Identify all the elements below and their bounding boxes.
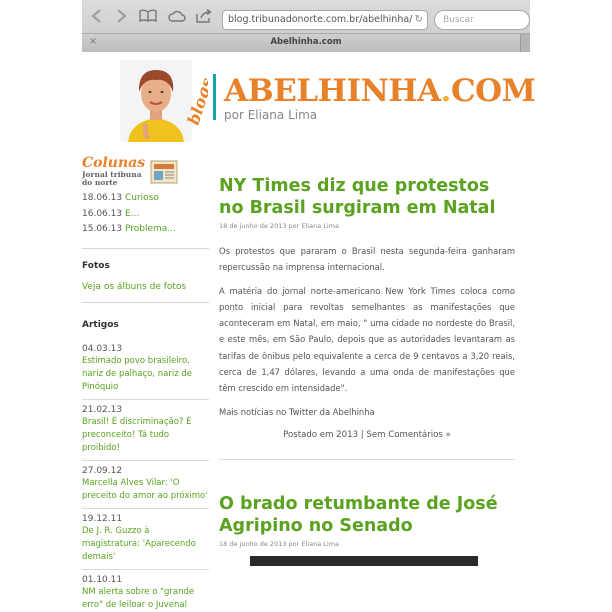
site-title-tld: COM <box>450 73 536 109</box>
browser-chrome: blog.tribunadonorte.com.br/abelhinha/ ↻ … <box>82 0 530 52</box>
site-title-dot: . <box>440 73 452 109</box>
post-footer[interactable]: Postado em 2013 | Sem Comentários » <box>219 430 515 440</box>
colunas-item-label[interactable]: E... <box>125 209 139 219</box>
post: O brado retumbante de José Agripino no S… <box>219 493 515 566</box>
blog-header: blogs ABELHINHA.COM por Eliana Lima <box>82 52 536 142</box>
artigo-title[interactable]: Brasil! É discriminação? É preconceito! … <box>82 416 209 455</box>
sidebar-divider <box>82 248 209 249</box>
artigo-date: 21.02.13 <box>82 405 123 415</box>
colunas-item-date: 16.06.13 <box>82 208 123 219</box>
url-text: blog.tribunadonorte.com.br/abelhinha/ <box>228 14 413 25</box>
post-divider <box>219 458 515 460</box>
post: NY Times diz que protestos no Brasil sur… <box>219 175 515 440</box>
artigo-title[interactable]: Marcella Alves Vilar: 'O preceito do amo… <box>82 477 209 503</box>
post-title[interactable]: O brado retumbante de José Agripino no S… <box>219 493 515 537</box>
share-icon[interactable] <box>195 8 213 27</box>
colunas-item[interactable]: 18.06.13 Curioso <box>82 193 209 209</box>
back-icon[interactable] <box>88 9 106 27</box>
reload-icon[interactable]: ↻ <box>415 11 423 29</box>
artigo-date: 01.10.11 <box>82 575 123 585</box>
artigo-item[interactable]: 01.10.11 NM alerta sobre o "grande erro"… <box>82 570 209 612</box>
artigos-list: 04.03.13 Estimado povo brasileiro, nariz… <box>82 339 209 612</box>
artigo-title[interactable]: Estimado povo brasileiro, nariz de palha… <box>82 355 209 394</box>
colunas-list: 18.06.13 Curioso 16.06.13 E... 15.06.13 … <box>82 193 209 240</box>
sidebar: Colunas Jornal tribuna do norte 18.06.13… <box>82 155 209 612</box>
artigo-item[interactable]: 04.03.13 Estimado povo brasileiro, nariz… <box>82 339 209 400</box>
site-title-main: ABELHINHA <box>224 73 441 109</box>
tab-title[interactable]: Abelhinha.com <box>82 37 530 47</box>
newspaper-icon <box>150 159 178 185</box>
post-title[interactable]: NY Times diz que protestos no Brasil sur… <box>219 175 515 219</box>
artigo-item[interactable]: 27.09.12 Marcella Alves Vilar: 'O precei… <box>82 461 209 509</box>
artigo-item[interactable]: 19.12.11 De J. R. Guzzo à magistratura: … <box>82 509 209 570</box>
post-meta: 18 de junho de 2013 por Eliana Lima <box>219 222 339 230</box>
colunas-item-label[interactable]: Problema... <box>125 224 176 234</box>
colunas-item[interactable]: 16.06.13 E... <box>82 209 209 225</box>
blogs-tag: blogs <box>178 70 217 130</box>
colunas-item-date: 15.06.13 <box>82 224 123 234</box>
new-tab-button[interactable] <box>520 34 530 52</box>
artigos-heading: Artigos <box>82 320 119 330</box>
artigo-title[interactable]: NM alerta sobre o "grande erro" de leilo… <box>82 586 209 612</box>
main-content: NY Times diz que protestos no Brasil sur… <box>219 175 515 612</box>
fotos-link[interactable]: Veja os álbuns de fotos <box>82 282 186 292</box>
artigo-date: 04.03.13 <box>82 344 123 354</box>
artigo-item[interactable]: 21.02.13 Brasil! É discriminação? É prec… <box>82 400 209 461</box>
artigo-date: 27.09.12 <box>82 466 123 476</box>
fotos-heading: Fotos <box>82 261 110 271</box>
post-paragraph: A matéria do jornal norte-americano New … <box>219 285 515 394</box>
colunas-item[interactable]: 15.06.13 Problema... <box>82 224 209 240</box>
browser-toolbar: blog.tribunadonorte.com.br/abelhinha/ ↻ … <box>82 4 530 32</box>
url-field[interactable]: blog.tribunadonorte.com.br/abelhinha/ ↻ <box>222 10 428 30</box>
cloud-icon[interactable] <box>168 9 186 27</box>
post-meta: 18 de junho de 2013 por Eliana Lima <box>219 539 339 548</box>
search-placeholder: Buscar <box>443 15 474 25</box>
colunas-logo-subtitle: Jornal tribuna do norte <box>82 170 142 187</box>
colunas-item-date: 18.06.13 <box>82 193 123 203</box>
forward-icon[interactable] <box>112 9 130 27</box>
search-field[interactable]: Buscar <box>434 10 530 30</box>
twitter-link[interactable]: Mais notícias no Twitter da Abelhinha <box>219 404 515 420</box>
artigo-title[interactable]: De J. R. Guzzo à magistratura: 'Aparecen… <box>82 525 209 564</box>
tab-bar: × Abelhinha.com <box>82 33 530 52</box>
artigo-date: 19.12.11 <box>82 514 123 524</box>
sidebar-divider <box>82 302 209 303</box>
post-image <box>250 555 478 566</box>
colunas-item-label[interactable]: Curioso <box>125 193 159 203</box>
header-divider <box>213 74 216 120</box>
site-title[interactable]: ABELHINHA.COM <box>224 73 536 109</box>
post-paragraph: Os protestos que pararam o Brasil nesta … <box>219 246 515 273</box>
colunas-logo[interactable]: Colunas Jornal tribuna do norte <box>82 155 178 189</box>
bookmarks-icon[interactable] <box>139 9 157 27</box>
blogs-tag-text: blogs <box>184 76 208 128</box>
site-byline: por Eliana Lima <box>224 108 318 122</box>
post-body: Os protestos que pararam o Brasil nesta … <box>219 243 515 420</box>
colunas-logo-title: Colunas <box>82 155 146 171</box>
